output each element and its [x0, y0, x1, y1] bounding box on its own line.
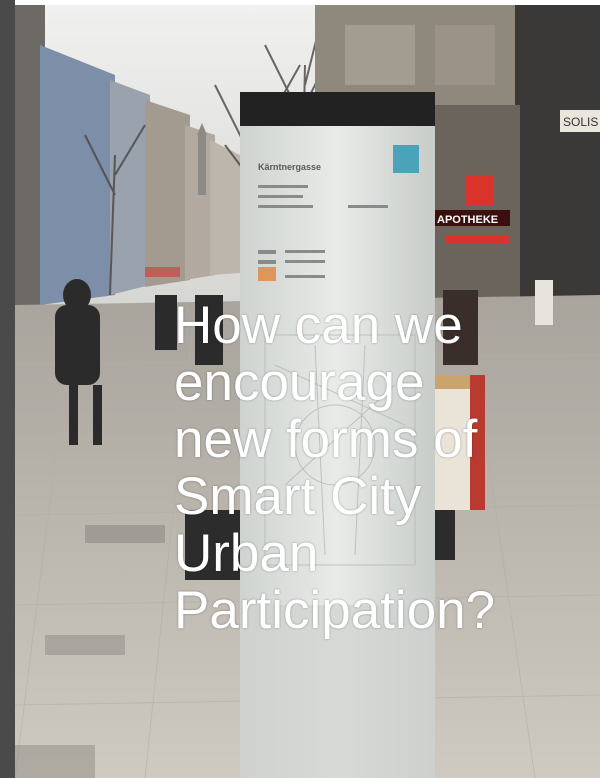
slide: SOLIS APOTHEKE Kärntnergasse How can we …: [0, 0, 600, 778]
left-edge-bar: [0, 0, 15, 778]
corner-sign-text: SOLIS: [563, 115, 598, 129]
pharmacy-sign-text: APOTHEKE: [437, 214, 498, 226]
sign-street-name: Kärntnergasse: [258, 162, 321, 172]
slide-caption: How can we encourage new forms of Smart …: [174, 296, 496, 640]
